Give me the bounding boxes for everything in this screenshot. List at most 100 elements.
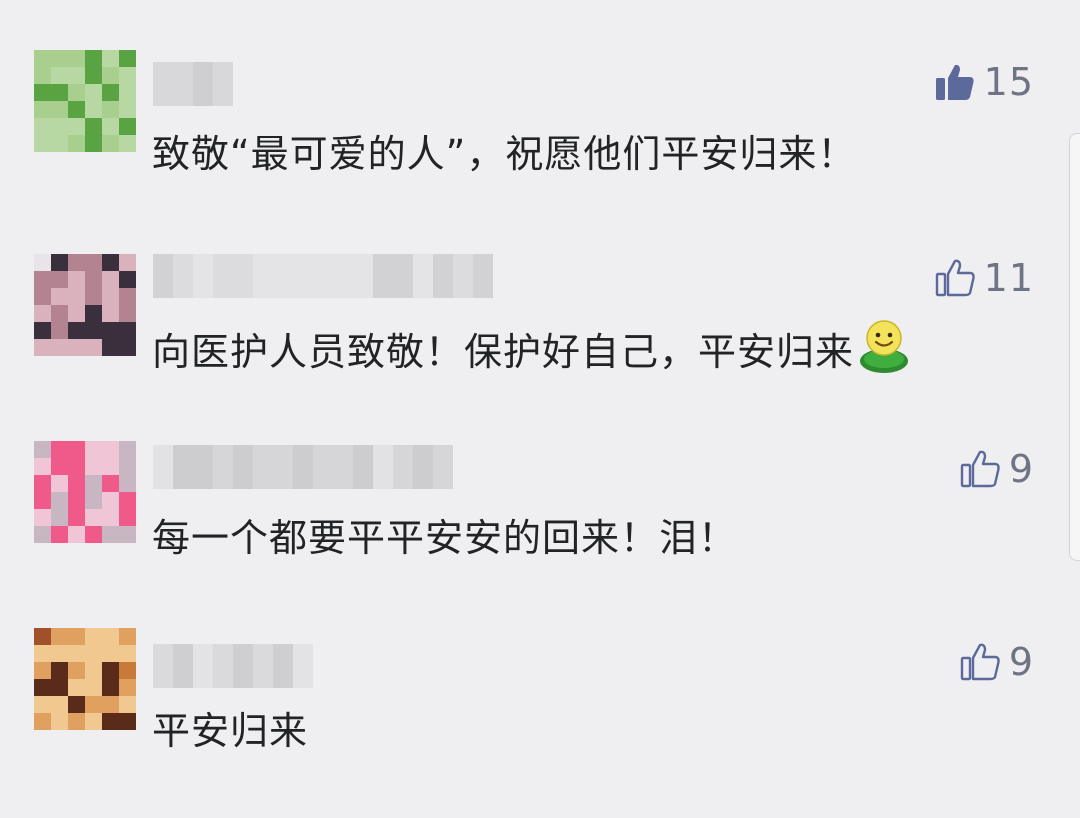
avatar-pixel <box>102 288 119 305</box>
avatar-pixel <box>102 84 119 101</box>
name-blur-block <box>293 445 313 489</box>
avatar-pixel <box>119 662 136 679</box>
avatar-pixel <box>85 458 102 475</box>
like-button[interactable]: 9 <box>959 447 1034 491</box>
avatar-pixel <box>119 713 136 730</box>
name-blur-block <box>273 254 293 298</box>
avatar-pixel <box>119 526 136 543</box>
avatar-pixel <box>119 339 136 356</box>
avatar[interactable] <box>34 441 136 543</box>
avatar-pixel <box>102 526 119 543</box>
name-blur-block <box>393 445 413 489</box>
name-blur-block <box>273 445 293 489</box>
avatar-pixel <box>51 526 68 543</box>
avatar-pixel <box>119 67 136 84</box>
avatar-pixel <box>68 696 85 713</box>
avatar-pixel <box>51 84 68 101</box>
avatar-pixel <box>119 441 136 458</box>
avatar-pixel <box>102 50 119 67</box>
avatar-pixel <box>34 628 51 645</box>
avatar-pixel <box>34 475 51 492</box>
avatar-pixel <box>34 458 51 475</box>
avatar-pixel <box>34 492 51 509</box>
avatar[interactable] <box>34 50 136 152</box>
avatar-pixel <box>68 339 85 356</box>
avatar-pixel <box>102 135 119 152</box>
avatar-pixel <box>34 322 51 339</box>
avatar-pixel <box>51 271 68 288</box>
avatar-pixel <box>68 441 85 458</box>
avatar-pixel <box>119 118 136 135</box>
avatar-pixel <box>102 305 119 322</box>
comment-item: 9 每一个都要平平安安的回来！泪！ <box>0 441 1080 631</box>
avatar-pixel <box>119 492 136 509</box>
avatar[interactable] <box>34 254 136 356</box>
thumbs-up-outline-icon <box>934 257 976 299</box>
avatar-pixel <box>68 713 85 730</box>
avatar-pixel <box>119 271 136 288</box>
name-blur-block <box>233 445 253 489</box>
avatar-pixel <box>68 288 85 305</box>
avatar-pixel <box>51 679 68 696</box>
avatar-pixel <box>85 67 102 84</box>
name-blur-block <box>353 254 373 298</box>
avatar-pixel <box>68 118 85 135</box>
avatar-pixel <box>119 305 136 322</box>
avatar-pixel <box>102 458 119 475</box>
avatar-pixel <box>34 118 51 135</box>
avatar-pixel <box>34 135 51 152</box>
name-blur-block <box>433 445 453 489</box>
avatar-pixel <box>51 475 68 492</box>
name-blur-block <box>213 445 233 489</box>
name-blur-block <box>173 62 193 106</box>
avatar[interactable] <box>34 628 136 730</box>
avatar-pixel <box>68 526 85 543</box>
avatar-pixel <box>102 628 119 645</box>
commenter-name[interactable] <box>153 644 313 688</box>
smiley-emoji-icon <box>856 317 912 382</box>
avatar-pixel <box>85 118 102 135</box>
name-blur-block <box>413 254 433 298</box>
commenter-name[interactable] <box>153 254 493 298</box>
avatar-pixel <box>85 679 102 696</box>
avatar-pixel <box>34 101 51 118</box>
name-blur-block <box>293 644 313 688</box>
avatar-pixel <box>85 101 102 118</box>
avatar-pixel <box>68 322 85 339</box>
name-blur-block <box>233 644 253 688</box>
avatar-pixel <box>85 288 102 305</box>
avatar-pixel <box>34 526 51 543</box>
avatar-pixel <box>85 713 102 730</box>
like-count: 11 <box>983 256 1034 300</box>
scrollbar[interactable] <box>1069 133 1080 561</box>
like-button[interactable]: 11 <box>934 256 1034 300</box>
like-button[interactable]: 9 <box>959 640 1034 684</box>
commenter-name[interactable] <box>153 445 453 489</box>
avatar-pixel <box>85 322 102 339</box>
avatar-pixel <box>68 305 85 322</box>
like-button[interactable]: 15 <box>934 60 1034 104</box>
avatar-pixel <box>102 662 119 679</box>
thumbs-up-filled-icon <box>934 61 976 103</box>
name-blur-block <box>193 644 213 688</box>
avatar-pixel <box>34 67 51 84</box>
like-count: 15 <box>983 60 1034 104</box>
thumbs-up-outline-icon <box>959 641 1001 683</box>
avatar-pixel <box>68 84 85 101</box>
avatar-pixel <box>51 458 68 475</box>
avatar-pixel <box>85 50 102 67</box>
name-blur-block <box>253 254 273 298</box>
avatar-pixel <box>68 662 85 679</box>
commenter-name[interactable] <box>153 62 233 106</box>
name-blur-block <box>153 254 173 298</box>
avatar-pixel <box>102 679 119 696</box>
avatar-pixel <box>68 509 85 526</box>
avatar-pixel <box>34 50 51 67</box>
comment-text-content: 向医护人员致敬！保护好自己，平安归来 <box>152 330 855 374</box>
comment-item: 11 向医护人员致敬！保护好自己，平安归来 <box>0 254 1080 444</box>
name-blur-block <box>253 445 273 489</box>
comment-item: 9 平安归来 <box>0 628 1080 818</box>
avatar-pixel <box>119 50 136 67</box>
avatar-pixel <box>34 305 51 322</box>
comment-text: 致敬“最可爱的人”，祝愿他们平安归来！ <box>152 132 857 176</box>
